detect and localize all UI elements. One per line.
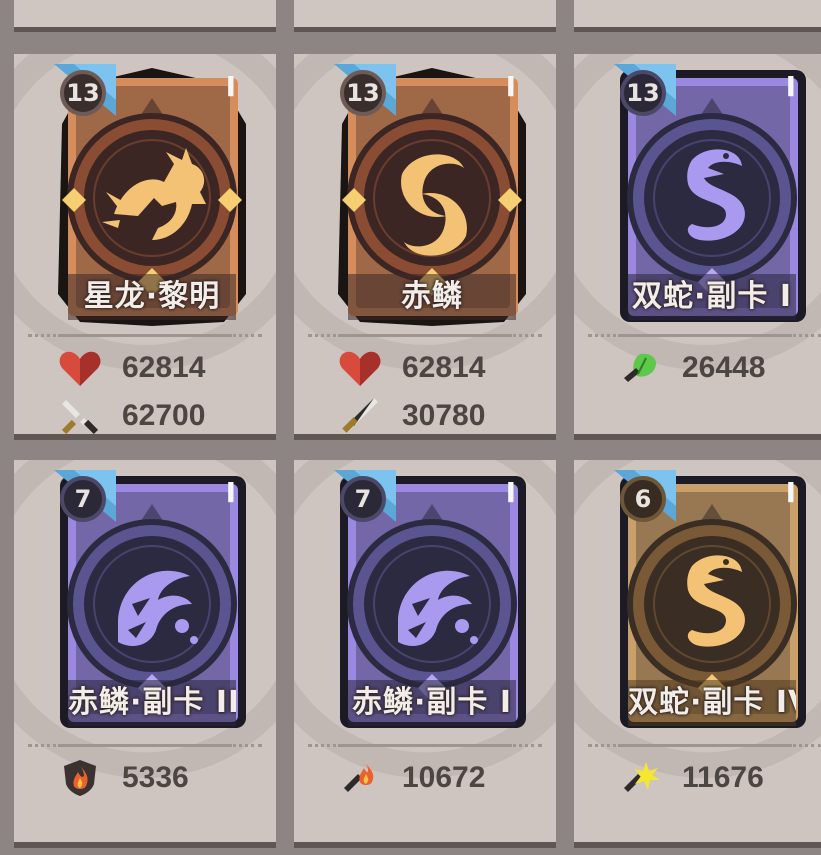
- heart-icon: [58, 348, 102, 388]
- crossed-swords-icon: [58, 396, 102, 434]
- stat-divider: [588, 744, 821, 747]
- sword-icon: [338, 396, 382, 434]
- stat-divider: [28, 334, 262, 337]
- card-level-badge: 13: [620, 70, 666, 116]
- stat-divider: [28, 744, 262, 747]
- card-tile[interactable]: I 6 双蛇·副卡 IV 11676: [574, 460, 821, 848]
- card-level-badge: 7: [340, 476, 386, 522]
- stat-row: 62814: [338, 348, 485, 388]
- stat-value: 5336: [122, 761, 189, 794]
- card-level-badge: 13: [340, 70, 386, 116]
- card-art[interactable]: I 7 赤鳞·副卡 I: [334, 470, 530, 732]
- stat-divider: [308, 744, 542, 747]
- card-art[interactable]: I 7 赤鳞·副卡 II: [54, 470, 250, 732]
- stat-value: 62700: [122, 399, 206, 432]
- heart-icon: [338, 348, 382, 388]
- card-level-badge: 7: [60, 476, 106, 522]
- card-tile[interactable]: I 7 赤鳞·副卡 II 5336: [14, 460, 276, 848]
- previous-row-tile-3: [574, 0, 821, 32]
- card-level-badge: 13: [60, 70, 106, 116]
- card-tier-mark: I: [505, 70, 516, 103]
- stat-row: 11676: [618, 758, 764, 798]
- card-name: 赤鳞·副卡 II: [68, 680, 236, 726]
- card-art[interactable]: I 13 赤鳞: [334, 64, 530, 326]
- card-level-badge: 6: [620, 476, 666, 522]
- stat-value: 26448: [682, 351, 766, 384]
- stat-value: 10672: [402, 761, 486, 794]
- previous-row-tile-1: [14, 0, 276, 32]
- card-art[interactable]: I 6 双蛇·副卡 IV: [614, 470, 810, 732]
- spark-sword-icon: [618, 758, 662, 798]
- stat-row: 10672: [338, 758, 485, 798]
- stat-row: 5336: [58, 758, 189, 798]
- stat-value: 30780: [402, 399, 486, 432]
- card-art[interactable]: I 13 双蛇·副卡 I: [614, 64, 810, 326]
- card-tile[interactable]: I 13 双蛇·副卡 I 26448: [574, 54, 821, 440]
- card-tier-mark: I: [225, 476, 236, 509]
- previous-row-tile-2: [294, 0, 556, 32]
- flame-shield-icon: [58, 758, 102, 798]
- stat-row: 62814: [58, 348, 205, 388]
- stat-value: 11676: [682, 761, 764, 794]
- flame-sword-icon: [338, 758, 382, 798]
- stat-row: 30780: [338, 396, 486, 434]
- stat-row: 62700: [58, 396, 206, 434]
- card-name: 赤鳞: [348, 274, 516, 320]
- green-leaf-icon: [618, 348, 662, 388]
- card-tile[interactable]: I 13 赤鳞 62814 30780: [294, 54, 556, 440]
- card-name: 星龙·黎明: [68, 274, 236, 320]
- card-name: 双蛇·副卡 IV: [628, 680, 796, 726]
- stat-value: 62814: [122, 351, 206, 384]
- stat-row: 26448: [618, 348, 765, 388]
- card-tier-mark: I: [225, 70, 236, 103]
- card-tile[interactable]: I 13 星龙·黎明 62814 62700: [14, 54, 276, 440]
- card-art[interactable]: I 13 星龙·黎明: [54, 64, 250, 326]
- card-name: 双蛇·副卡 I: [628, 274, 796, 320]
- card-name: 赤鳞·副卡 I: [348, 680, 516, 726]
- card-tile[interactable]: I 7 赤鳞·副卡 I 10672: [294, 460, 556, 848]
- stat-divider: [308, 334, 542, 337]
- card-tier-mark: I: [785, 70, 796, 103]
- stat-divider: [588, 334, 821, 337]
- card-tier-mark: I: [505, 476, 516, 509]
- stat-value: 62814: [402, 351, 486, 384]
- card-tier-mark: I: [785, 476, 796, 509]
